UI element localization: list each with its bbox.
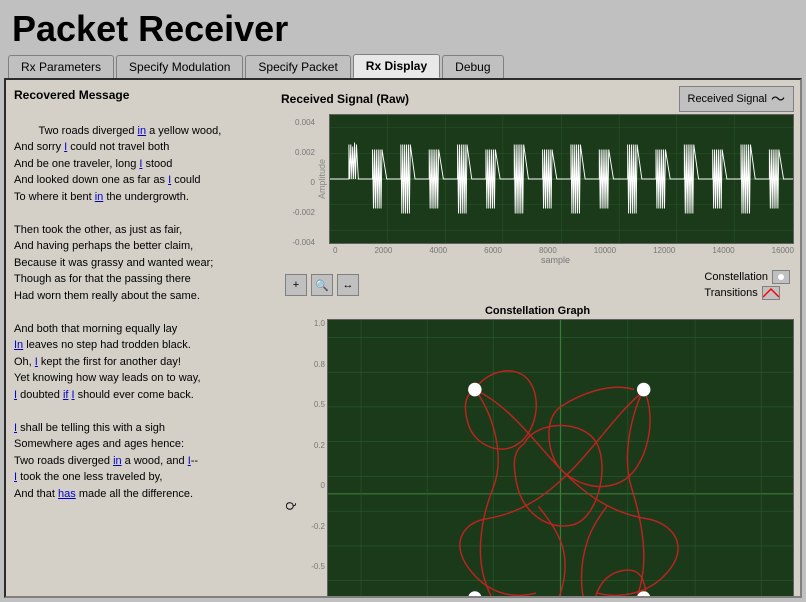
tab-specify-modulation[interactable]: Specify Modulation bbox=[116, 55, 243, 78]
x-tick-4000: 4000 bbox=[429, 246, 447, 255]
c-y-1.0: 1.0 bbox=[314, 319, 325, 328]
constellation-label: Constellation bbox=[704, 271, 768, 283]
waveform-icon: 〜 bbox=[771, 89, 785, 109]
x-tick-6000: 6000 bbox=[484, 246, 502, 255]
zoom-in-button[interactable]: + bbox=[285, 274, 307, 296]
constellation-controls: + 🔍 ↔ Constellation Transitions bbox=[281, 267, 794, 303]
x-tick-8000: 8000 bbox=[539, 246, 557, 255]
x-tick-12000: 12000 bbox=[653, 246, 675, 255]
c-y-neg0.5: -0.5 bbox=[311, 562, 325, 571]
legend-constellation: Constellation bbox=[704, 270, 790, 284]
received-signal-button[interactable]: Received Signal 〜 bbox=[679, 86, 795, 112]
received-signal-label: Received Signal bbox=[688, 93, 768, 105]
constellation-icon bbox=[772, 270, 790, 284]
zoom-fit-button[interactable]: 🔍 bbox=[311, 274, 333, 296]
y-tick-0.002: 0.002 bbox=[295, 148, 315, 157]
tab-debug[interactable]: Debug bbox=[442, 55, 503, 78]
app-title: Packet Receiver bbox=[12, 8, 288, 49]
signal-raw-label: Received Signal (Raw) bbox=[281, 92, 409, 106]
transitions-icon bbox=[762, 286, 780, 300]
main-content: Recovered Message Two roads diverged in … bbox=[4, 78, 802, 598]
constellation-plot bbox=[327, 319, 794, 598]
x-tick-16000: 16000 bbox=[772, 246, 794, 255]
constellation-svg bbox=[328, 320, 793, 598]
c-y-0: 0 bbox=[321, 481, 325, 490]
signal-header: Received Signal (Raw) Received Signal 〜 bbox=[281, 86, 794, 112]
constellation-legend: Constellation Transitions bbox=[704, 270, 790, 300]
message-text: Two roads diverged in a yellow wood, And… bbox=[14, 106, 273, 519]
y-tick-neg-0.002: -0.002 bbox=[292, 208, 315, 217]
y-tick-neg-0.004: -0.004 bbox=[292, 238, 315, 247]
transitions-symbol bbox=[763, 287, 779, 299]
tabs-bar: Rx Parameters Specify Modulation Specify… bbox=[0, 54, 806, 78]
c-y-neg0.2: -0.2 bbox=[311, 522, 325, 531]
transitions-label: Transitions bbox=[704, 287, 757, 299]
left-panel: Recovered Message Two roads diverged in … bbox=[6, 80, 281, 596]
signal-plot bbox=[329, 114, 794, 244]
title-bar: Packet Receiver bbox=[0, 0, 806, 54]
x-tick-14000: 14000 bbox=[712, 246, 734, 255]
tab-rx-display[interactable]: Rx Display bbox=[353, 54, 440, 78]
legend-transitions: Transitions bbox=[704, 286, 790, 300]
x-axis-ticks: 0 2000 4000 6000 8000 10000 12000 14000 … bbox=[317, 244, 794, 255]
tab-specify-packet[interactable]: Specify Packet bbox=[245, 55, 350, 78]
right-panel: Received Signal (Raw) Received Signal 〜 … bbox=[281, 80, 800, 596]
q-axis-label: Q bbox=[284, 502, 296, 511]
c-y-0.5: 0.5 bbox=[314, 400, 325, 409]
app-container: Packet Receiver Rx Parameters Specify Mo… bbox=[0, 0, 806, 602]
x-tick-10000: 10000 bbox=[594, 246, 616, 255]
tab-rx-parameters[interactable]: Rx Parameters bbox=[8, 55, 114, 78]
c-y-0.8: 0.8 bbox=[314, 360, 325, 369]
amplitude-label: Amplitude bbox=[317, 159, 327, 199]
recovered-message-label: Recovered Message bbox=[14, 88, 273, 102]
constellation-symbol bbox=[773, 271, 789, 283]
constellation-graph-label: Constellation Graph bbox=[281, 305, 794, 317]
sample-label: sample bbox=[317, 255, 794, 265]
signal-svg bbox=[330, 115, 793, 243]
x-tick-0: 0 bbox=[333, 246, 337, 255]
c-y-0.2: 0.2 bbox=[314, 441, 325, 450]
y-tick-0: 0 bbox=[311, 178, 315, 187]
x-tick-2000: 2000 bbox=[374, 246, 392, 255]
y-tick-0.004: 0.004 bbox=[295, 118, 315, 127]
pan-button[interactable]: ↔ bbox=[337, 274, 359, 296]
